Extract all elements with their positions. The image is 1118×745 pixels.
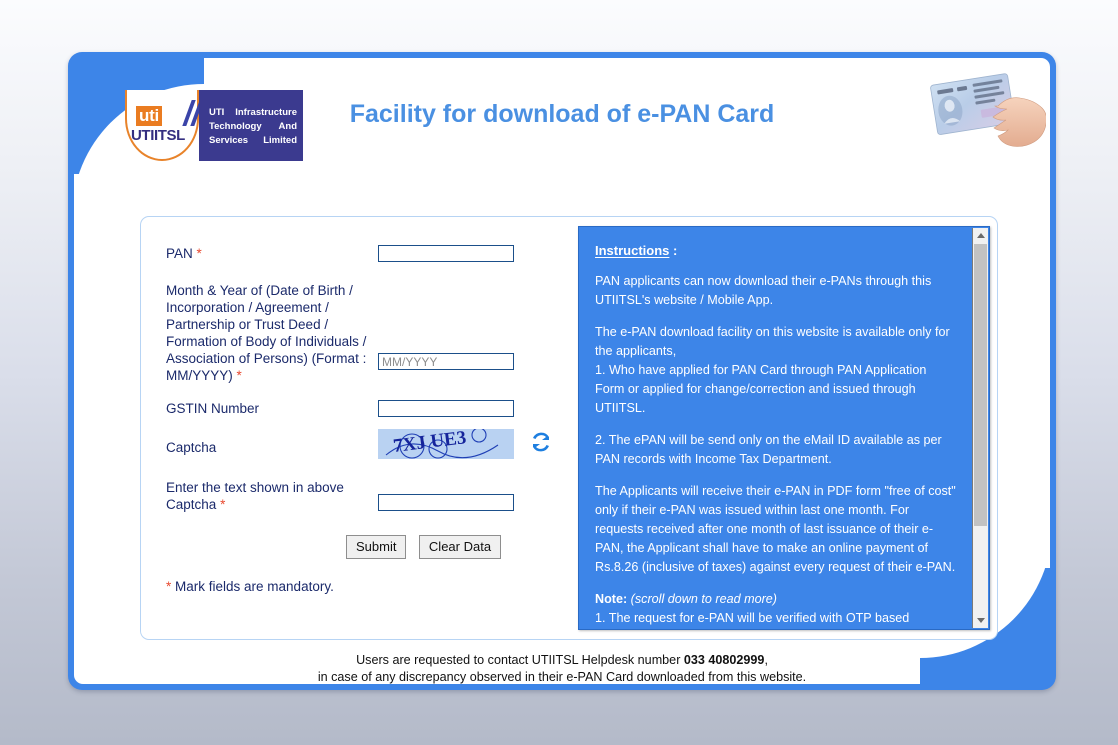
epan-form: PAN * Month & Year of (Date of Birth / I… (141, 217, 579, 639)
scrollbar-thumb[interactable] (974, 244, 987, 526)
scroll-up-button[interactable] (973, 228, 988, 243)
instructions-note-heading: Note: (scroll down to read more) (595, 592, 777, 606)
pan-input[interactable] (378, 245, 514, 262)
required-asterisk: * (196, 246, 202, 261)
chevron-up-icon (977, 233, 985, 238)
instructions-paragraph-2: The e-PAN download facility on this webs… (595, 325, 950, 358)
captcha-image: 7XJ UE3 (378, 429, 514, 459)
enter-captcha-label: Enter the text shown in above Captcha * (166, 480, 344, 512)
instructions-panel: Instructions : PAN applicants can now do… (578, 226, 990, 630)
logo-word-services: Services (209, 135, 249, 146)
gstin-input[interactable] (378, 400, 514, 417)
month-year-label: Month & Year of (Date of Birth / Incorpo… (166, 283, 367, 383)
page-header: uti UTIITSL UTI Infrastructure Technolog… (74, 58, 1050, 188)
instructions-paragraph-4: 2. The ePAN will be send only on the eMa… (595, 433, 942, 466)
logo-utiitsl-text: UTIITSL (131, 127, 185, 144)
instructions-content: Instructions : PAN applicants can now do… (579, 227, 972, 629)
captcha-label: Captcha (166, 440, 217, 455)
instructions-paragraph-5: The Applicants will receive their e-PAN … (595, 484, 956, 574)
submit-button[interactable]: Submit (346, 535, 407, 559)
mandatory-fields-note: * Mark fields are mandatory. (166, 579, 334, 594)
page-title: Facility for download of e-PAN Card (349, 100, 775, 128)
pan-label: PAN * (166, 246, 202, 261)
instructions-scrollbar[interactable] (972, 228, 988, 628)
month-year-input[interactable] (378, 353, 514, 370)
refresh-captcha-icon[interactable] (528, 429, 554, 455)
form-button-row: Submit Clear Data (346, 535, 502, 559)
instructions-note-item-1: 1. The request for e-PAN will be verifie… (595, 611, 910, 625)
gstin-label: GSTIN Number (166, 401, 260, 416)
scroll-down-button[interactable] (973, 613, 988, 628)
chevron-down-icon (977, 618, 985, 623)
instructions-paragraph-3: 1. Who have applied for PAN Card through… (595, 363, 927, 415)
enter-captcha-input[interactable] (378, 494, 514, 511)
helpdesk-phone: 033 40802999 (683, 653, 765, 667)
hand-holding-pan-card-image (924, 62, 1047, 154)
page-card: uti UTIITSL UTI Infrastructure Technolog… (68, 52, 1056, 690)
instructions-title: Instructions : (595, 243, 678, 258)
main-panel: PAN * Month & Year of (Date of Birth / I… (140, 216, 998, 640)
footer-line-2: in case of any discrepancy observed in t… (317, 670, 807, 684)
white-sheet: uti UTIITSL UTI Infrastructure Technolog… (74, 58, 1050, 684)
clear-data-button[interactable]: Clear Data (418, 535, 502, 559)
helpdesk-footer: Users are requested to contact UTIITSL H… (74, 652, 1050, 684)
logo-word-limited: Limited (263, 135, 297, 146)
instructions-paragraph-1: PAN applicants can now download their e-… (595, 274, 932, 307)
footer-line-1: Users are requested to contact UTIITSL H… (356, 653, 768, 667)
required-asterisk: * (236, 368, 242, 383)
required-asterisk: * (220, 497, 226, 512)
